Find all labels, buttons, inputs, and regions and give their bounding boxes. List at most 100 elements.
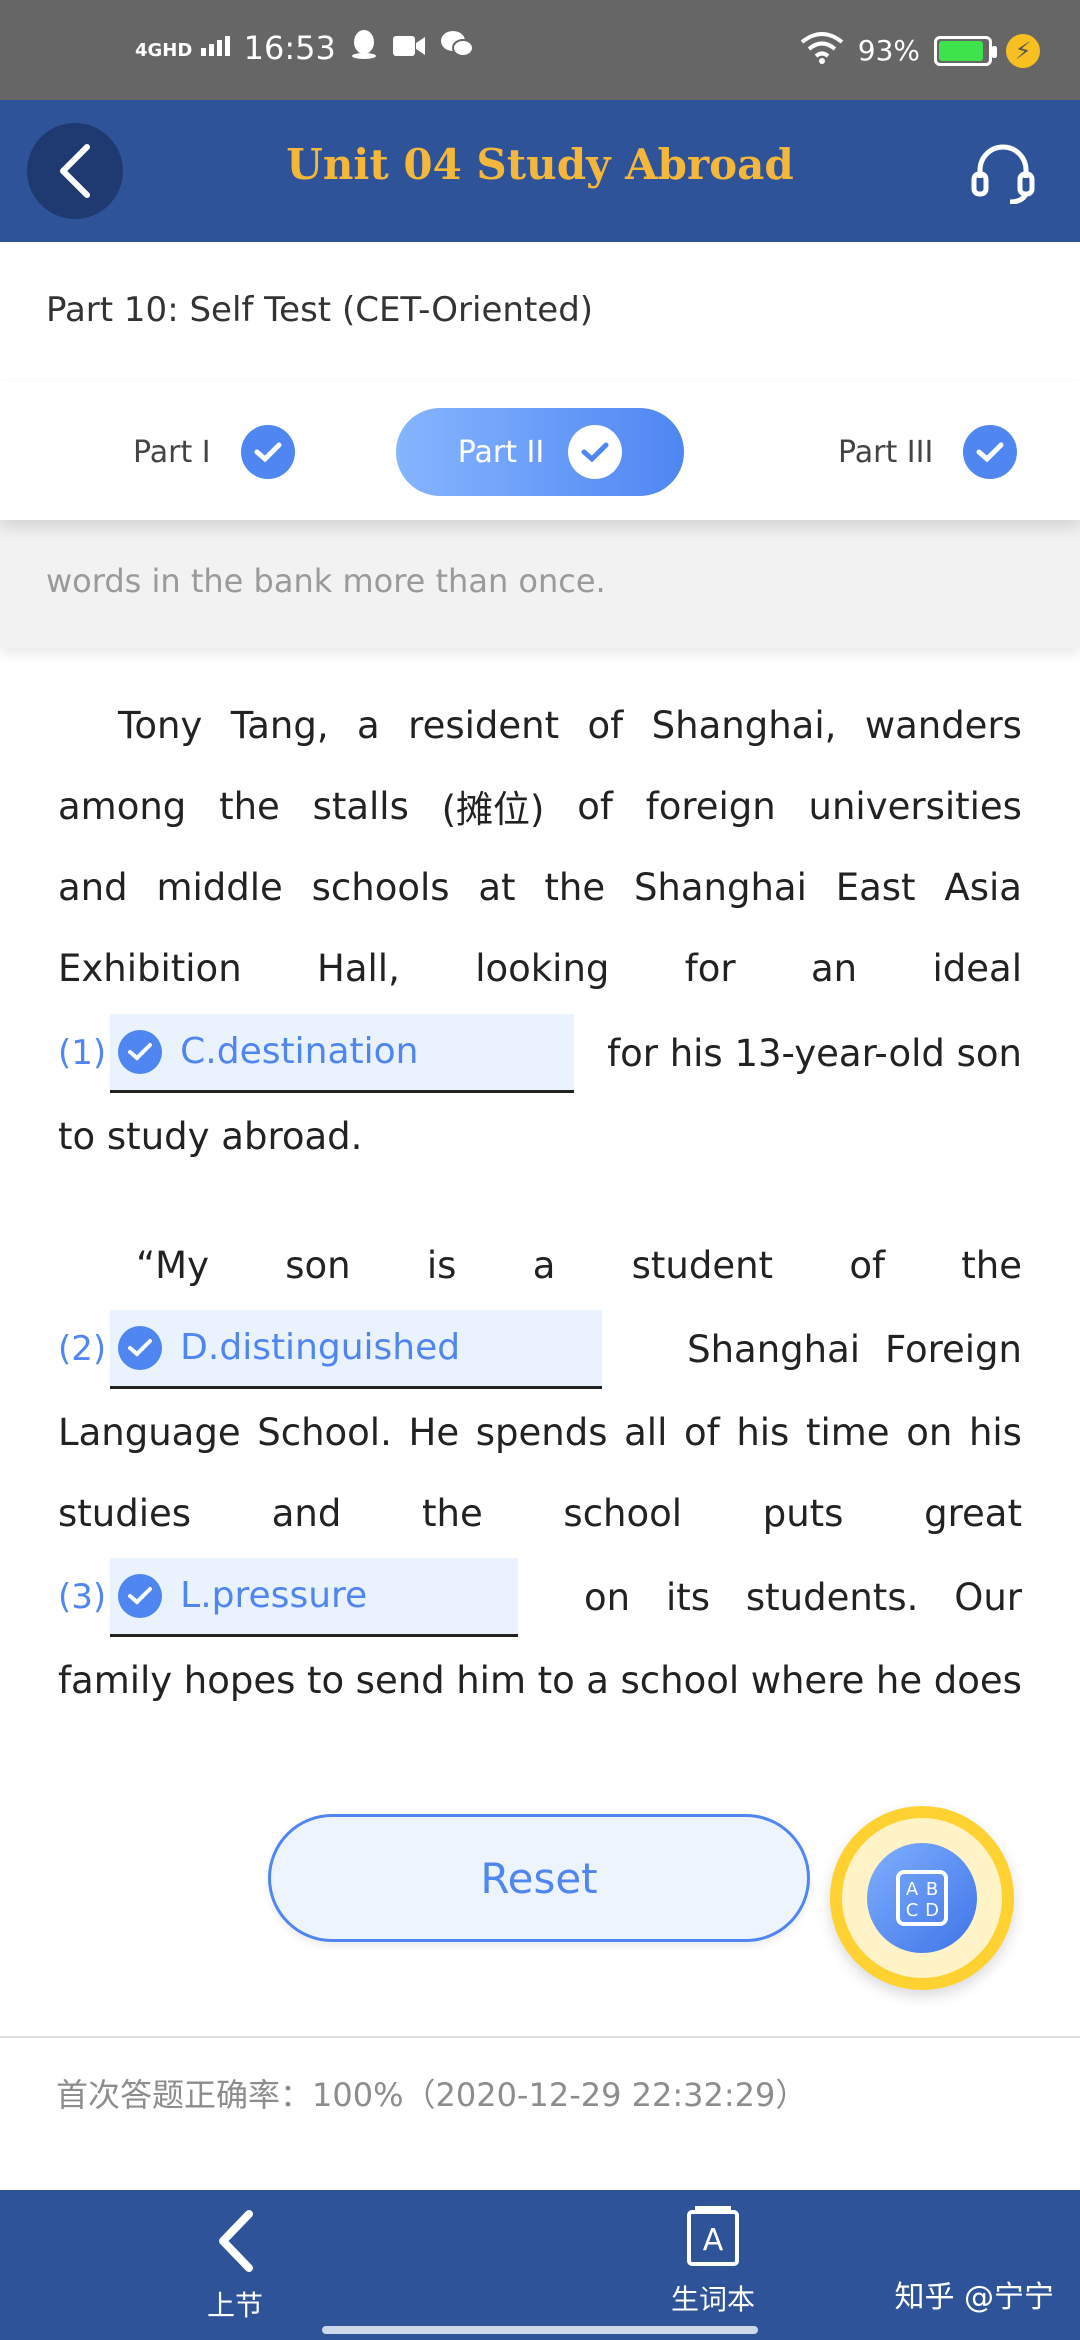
previous-section-label: 上节 <box>206 2289 263 2322</box>
word: of <box>684 1410 720 1454</box>
word: to <box>537 1658 575 1702</box>
word: He <box>408 1410 460 1454</box>
passage-line: among the stalls (摊位) of foreign univers… <box>58 776 1022 836</box>
word: foreign <box>645 784 776 828</box>
word: Asia <box>944 865 1022 909</box>
first-attempt-accuracy: 首次答题正确率：100%（2020-12-29 22:32:29） <box>56 2076 808 2114</box>
fab-ring: A B C D <box>842 1818 1002 1978</box>
word: middle <box>156 865 283 909</box>
word: an <box>811 946 858 990</box>
qq-icon <box>350 28 378 68</box>
tab-part-1[interactable]: Part I <box>133 408 295 496</box>
word: on <box>906 1410 953 1454</box>
vocabulary-book-icon: A <box>687 2206 739 2266</box>
check-icon <box>568 425 623 479</box>
answer-blank-3[interactable]: (3) L.pressure <box>58 1557 519 1637</box>
passage-text: for his 13-year-old son <box>607 1031 1022 1075</box>
word: hopes <box>183 1658 296 1702</box>
app-header: Unit 04 Study Abroad <box>0 100 1080 242</box>
fab-core: A B C D <box>867 1843 977 1953</box>
word: him <box>456 1658 526 1702</box>
word: great <box>924 1491 1022 1535</box>
word: Foreign <box>885 1327 1022 1371</box>
reset-button[interactable]: Reset <box>268 1814 810 1942</box>
word: Our <box>954 1575 1022 1619</box>
answer-box[interactable]: D.distinguished <box>110 1309 603 1389</box>
passage-text: to study abroad. <box>58 1114 363 1158</box>
answer-blank-1[interactable]: (1) C.destination <box>58 1013 575 1093</box>
instruction-text: words in the bank more than once. <box>46 562 606 600</box>
svg-text:A: A <box>703 2223 724 2258</box>
word: school <box>563 1491 683 1535</box>
home-indicator[interactable] <box>322 2326 758 2334</box>
passage-line: (3) L.pressure on its students. Our <box>58 1557 1022 1637</box>
instruction-panel: words in the bank more than once. <box>0 520 1080 648</box>
page-title: Unit 04 Study Abroad <box>286 140 794 189</box>
word: and <box>58 865 128 909</box>
wifi-icon <box>800 30 844 71</box>
passage: Tony Tang, a resident of Shanghai, wande… <box>58 695 1022 1765</box>
check-icon <box>240 425 295 479</box>
word: Shanghai, <box>651 703 837 747</box>
passage-line: Language School. He spends all of his ti… <box>58 1402 1022 1462</box>
fab-letter: B <box>926 1879 938 1900</box>
answer-text: D.distinguished <box>180 1327 461 1368</box>
word: its <box>665 1575 711 1619</box>
word: he <box>875 1658 923 1702</box>
word: Shanghai <box>633 865 807 909</box>
answer-box[interactable]: L.pressure <box>110 1557 519 1637</box>
word: is <box>426 1243 457 1287</box>
headset-icon <box>971 144 1035 205</box>
word: Tony <box>118 703 203 747</box>
word: students. <box>745 1575 919 1619</box>
previous-section-button[interactable]: 上节 <box>200 2208 270 2324</box>
check-icon <box>118 1573 163 1618</box>
tab-label: Part III <box>838 434 934 470</box>
answer-text: L.pressure <box>180 1575 368 1616</box>
tab-part-3[interactable]: Part III <box>838 408 1018 496</box>
word: all <box>624 1410 668 1454</box>
blank-number: (1) <box>58 1033 107 1073</box>
signal-icon <box>200 36 230 56</box>
bottom-nav: 上节 A 生词本 知乎 @宁宁 <box>0 2190 1080 2340</box>
word: of <box>587 703 624 747</box>
word: the <box>544 865 606 909</box>
scroll-fade <box>58 1729 1022 1765</box>
word: (摊位) <box>441 788 545 831</box>
passage-line: (2) D.distinguished Shanghai Foreign <box>58 1309 1022 1389</box>
word: a <box>586 1658 609 1702</box>
word: a <box>532 1243 556 1287</box>
word: ideal <box>932 946 1022 990</box>
word: East <box>835 865 916 909</box>
word: schools <box>311 865 450 909</box>
word-bank-button[interactable]: A B C D <box>830 1806 1014 1990</box>
word: time <box>805 1410 890 1454</box>
vocabulary-book-label: 生词本 <box>670 2283 755 2316</box>
word: Hall, <box>317 946 400 990</box>
part-tabs: Part I Part II Part III <box>0 382 1080 520</box>
word: spends <box>475 1410 608 1454</box>
word: puts <box>762 1491 844 1535</box>
fab-letter: D <box>925 1900 939 1921</box>
word: “My <box>136 1243 209 1287</box>
passage-line: to study abroad. <box>58 1106 1022 1166</box>
word: the <box>961 1243 1022 1287</box>
vocabulary-book-button[interactable]: A 生词本 <box>668 2204 758 2318</box>
headset-button[interactable] <box>970 138 1036 205</box>
passage-line: “My son is a student of the <box>58 1235 1022 1295</box>
wechat-icon <box>440 29 474 67</box>
fab-letter: A <box>906 1879 919 1900</box>
answer-blank-2[interactable]: (2) D.distinguished <box>58 1309 603 1389</box>
part-title: Part 10: Self Test (CET-Oriented) <box>46 290 594 330</box>
blank-number: (2) <box>58 1329 107 1369</box>
word: at <box>478 865 516 909</box>
network-indicator: 4GHD <box>135 36 230 60</box>
passage-line: studies and the school puts great <box>58 1483 1022 1543</box>
word: his <box>968 1410 1022 1454</box>
word: son <box>285 1243 351 1287</box>
answer-box[interactable]: C.destination <box>110 1013 575 1093</box>
word: of <box>849 1243 885 1287</box>
tab-part-2[interactable]: Part II <box>396 408 684 496</box>
word: where <box>750 1658 865 1702</box>
tab-label: Part II <box>457 434 545 470</box>
